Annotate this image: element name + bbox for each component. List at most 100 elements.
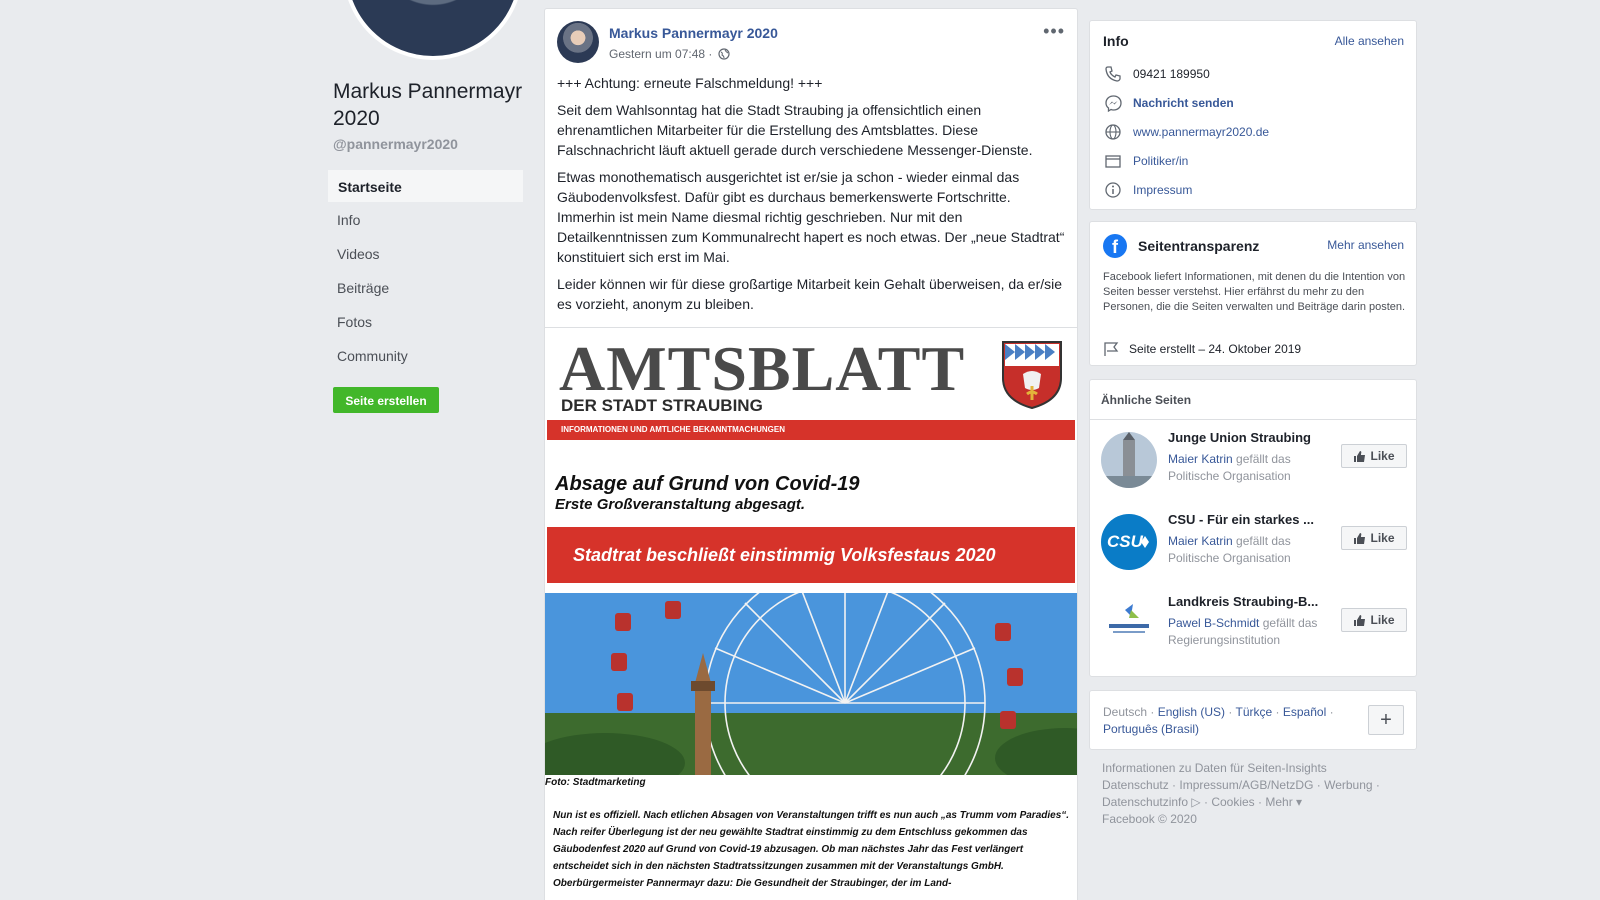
copyright: Facebook © 2020 <box>1102 812 1197 826</box>
likes-text: gefällt das <box>1262 616 1318 630</box>
page-category: Regierungsinstitution <box>1168 633 1281 647</box>
flyer-band: INFORMATIONEN UND AMTLICHE BEKANNTMACHUN… <box>547 420 1075 440</box>
friend-name[interactable]: Maier Katrin <box>1168 534 1233 548</box>
footer-link[interactable]: Informationen zu Daten für Seiten-Insigh… <box>1102 761 1327 775</box>
info-send-message: Nachricht senden <box>1133 96 1234 110</box>
page-created: Seite erstellt – 24. Oktober 2019 <box>1103 341 1301 357</box>
more-languages-button[interactable]: + <box>1368 705 1404 735</box>
footer-link[interactable]: Werbung <box>1324 778 1372 792</box>
info-row-category[interactable]: Politiker/in <box>1103 151 1188 171</box>
post-author-name[interactable]: Markus Pannermayr 2020 <box>609 25 778 41</box>
similar-pages-title: Ähnliche Seiten <box>1090 380 1416 420</box>
page-handle[interactable]: @pannermayr2020 <box>333 136 458 152</box>
flyer-title: AMTSBLATT <box>559 333 966 404</box>
messenger-icon <box>1103 94 1123 112</box>
friend-name[interactable]: Maier Katrin <box>1168 452 1233 466</box>
footer-link[interactable]: Impressum/AGB/NetzDG <box>1179 778 1313 792</box>
info-category: Politiker/in <box>1133 154 1189 168</box>
flyer-headline: Absage auf Grund von Covid-19 <box>555 473 860 495</box>
ferris-wheel-photo <box>545 593 1077 775</box>
language-list: Deutsch · English (US) · Türkçe · Españo… <box>1103 705 1334 736</box>
post-timestamp: Gestern um 07:48 · <box>609 47 730 61</box>
transparency-text: Facebook liefert Informationen, mit dene… <box>1103 271 1406 313</box>
create-page-button[interactable]: Seite erstellen <box>333 387 439 413</box>
nav-item-community[interactable]: Community <box>327 339 524 373</box>
page-name[interactable]: Markus Pannermayr 2020 <box>333 78 533 132</box>
more-dots-icon[interactable]: ••• <box>1043 21 1065 42</box>
info-row-messenger[interactable]: Nachricht senden <box>1103 93 1234 113</box>
similar-page-item[interactable]: Junge Union Straubing Maier Katrin gefäl… <box>1101 430 1407 492</box>
footer-link[interactable]: Datenschutzinfo <box>1102 795 1188 809</box>
info-title: Info <box>1103 33 1129 49</box>
info-row-impressum[interactable]: Impressum <box>1103 180 1192 200</box>
nav-item-videos[interactable]: Videos <box>327 237 524 271</box>
info-row-website[interactable]: www.pannermayr2020.de <box>1103 122 1269 142</box>
post-paragraph: Etwas monothematisch ausgerichtet ist er… <box>557 169 1065 265</box>
info-card: Info Alle ansehen 09421 189950 Nachricht… <box>1089 20 1417 210</box>
likes-text: gefällt das <box>1236 534 1291 548</box>
similar-page-name[interactable]: Junge Union Straubing <box>1168 430 1332 445</box>
language-english[interactable]: English (US) <box>1158 705 1225 719</box>
post-paragraph: Seit dem Wahlsonntag hat die Stadt Strau… <box>557 102 1033 158</box>
language-portuguese[interactable]: Português (Brasil) <box>1103 722 1199 736</box>
info-phone: 09421 189950 <box>1133 67 1210 81</box>
likes-text: gefällt das <box>1236 452 1291 466</box>
landkreis-avatar[interactable] <box>1101 596 1157 652</box>
info-impressum: Impressum <box>1133 183 1193 197</box>
post-card: Markus Pannermayr 2020 Gestern um 07:48 … <box>544 8 1078 900</box>
language-turkish[interactable]: Türkçe <box>1236 705 1273 719</box>
profile-picture[interactable] <box>343 0 523 60</box>
nav-item-fotos[interactable]: Fotos <box>327 305 524 339</box>
post-paragraph: +++ Achtung: erneute Falschmeldung! +++ <box>557 75 823 91</box>
similar-page-item[interactable]: CSU CSU - Für ein starkes ... Maier Katr… <box>1101 512 1407 574</box>
nav-item-info[interactable]: Info <box>327 203 524 237</box>
info-row-phone[interactable]: 09421 189950 <box>1103 64 1210 84</box>
post-time[interactable]: Gestern um 07:48 · <box>609 47 712 61</box>
similar-page-name[interactable]: CSU - Für ein starkes ... <box>1168 512 1332 527</box>
nav-item-beitraege[interactable]: Beiträge <box>327 271 524 305</box>
facebook-logo-icon: f <box>1103 234 1127 258</box>
post-author-avatar[interactable] <box>557 21 599 63</box>
thumbs-up-icon <box>1354 614 1366 626</box>
similar-pages-card: Ähnliche Seiten Junge Union Straubing Ma… <box>1089 379 1417 677</box>
globe-icon <box>718 48 730 60</box>
like-button[interactable]: Like <box>1341 608 1407 632</box>
page-created-text: Seite erstellt – 24. Oktober 2019 <box>1129 342 1302 356</box>
nav-item-startseite[interactable]: Startseite <box>327 169 524 203</box>
footer: Informationen zu Daten für Seiten-Insigh… <box>1102 761 1380 826</box>
friend-name[interactable]: Pawel B-Schmidt <box>1168 616 1259 630</box>
similar-page-desc: Maier Katrin gefällt das Politische Orga… <box>1168 451 1333 485</box>
post-text: +++ Achtung: erneute Falschmeldung! +++ … <box>545 73 1077 314</box>
junge-union-avatar[interactable] <box>1101 432 1157 488</box>
like-label: Like <box>1370 531 1395 545</box>
transparency-more-link[interactable]: Mehr ansehen <box>1327 238 1404 252</box>
transparency-title: Seitentransparenz <box>1138 238 1260 254</box>
thumbs-up-icon <box>1354 532 1366 544</box>
thumbs-up-icon <box>1354 450 1366 462</box>
like-button[interactable]: Like <box>1341 444 1407 468</box>
csu-avatar[interactable]: CSU <box>1101 514 1157 570</box>
similar-page-desc: Maier Katrin gefällt das Politische Orga… <box>1168 533 1333 567</box>
post-paragraph: Leider können wir für diese großartige M… <box>557 276 1063 312</box>
footer-link[interactable]: Cookies <box>1211 795 1254 809</box>
similar-page-item[interactable]: Landkreis Straubing-B... Pawel B-Schmidt… <box>1101 594 1407 656</box>
globe-icon <box>1103 123 1123 141</box>
phone-icon <box>1103 65 1123 83</box>
page-nav: Startseite Info Videos Beiträge Fotos Co… <box>327 169 524 373</box>
flyer-body: Nun ist es offiziell. Nach etlichen Absa… <box>553 810 1070 889</box>
post-header: Markus Pannermayr 2020 Gestern um 07:48 … <box>545 9 1077 73</box>
like-button[interactable]: Like <box>1341 526 1407 550</box>
page-category: Politische Organisation <box>1168 469 1291 483</box>
similar-page-name[interactable]: Landkreis Straubing-B... <box>1168 594 1332 609</box>
post-image[interactable]: AMTSBLATT DER STADT STRAUBING INFORMATIO… <box>545 327 1077 900</box>
like-label: Like <box>1370 449 1395 463</box>
flyer-caption: Foto: Stadtmarketing <box>545 777 646 788</box>
footer-link[interactable]: Mehr ▾ <box>1265 795 1302 809</box>
svg-text:CSU: CSU <box>1107 532 1144 551</box>
like-label: Like <box>1370 613 1395 627</box>
info-see-all-link[interactable]: Alle ansehen <box>1335 34 1404 48</box>
info-icon <box>1103 181 1123 199</box>
footer-link[interactable]: Datenschutz <box>1102 778 1169 792</box>
category-icon <box>1103 152 1123 170</box>
language-spanish[interactable]: Español <box>1283 705 1326 719</box>
